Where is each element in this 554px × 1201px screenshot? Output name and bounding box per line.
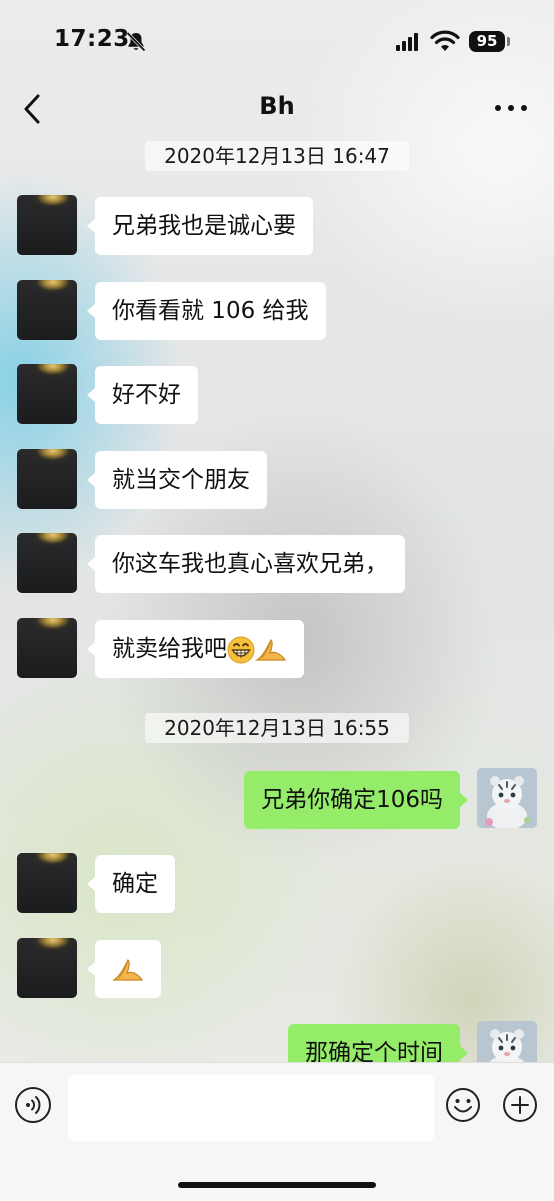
wifi-icon (430, 30, 460, 51)
mute-bell-icon (126, 31, 146, 52)
folded-hands-icon (112, 958, 144, 981)
message-bubble-received[interactable]: 确定 (87, 855, 175, 913)
chat-title: Bh (259, 92, 295, 120)
message-text: 就卖给我吧 (112, 636, 227, 662)
message-bubble-received[interactable]: 你看看就 106 给我 (87, 282, 326, 340)
battery-indicator: 95 (469, 31, 505, 52)
contact-avatar[interactable] (17, 449, 77, 509)
voice-icon (26, 1096, 41, 1114)
contact-avatar[interactable] (17, 195, 77, 255)
more-options-icon[interactable] (494, 104, 528, 112)
my-avatar[interactable] (477, 768, 537, 828)
input-bar (0, 1062, 554, 1201)
message-bubble-received[interactable]: 就卖给我吧 (87, 620, 304, 678)
battery-tip (507, 37, 510, 46)
chat-background (0, 0, 554, 1200)
message-bubble-received[interactable]: 就当交个朋友 (87, 451, 267, 509)
contact-avatar[interactable] (17, 618, 77, 678)
status-bar: 17:23 95 (0, 0, 554, 84)
contact-avatar[interactable] (17, 364, 77, 424)
plus-button-icon[interactable] (502, 1087, 538, 1123)
message-bubble-received[interactable]: 好不好 (87, 366, 198, 424)
emoji-button-icon[interactable] (445, 1087, 481, 1123)
status-time: 17:23 (54, 26, 130, 52)
folded-hands-icon (255, 638, 287, 661)
voice-input-button[interactable] (15, 1087, 51, 1123)
message-bubble-received[interactable]: 兄弟我也是诚心要 (87, 197, 313, 255)
message-input[interactable] (68, 1075, 434, 1141)
contact-avatar[interactable] (17, 853, 77, 913)
contact-avatar[interactable] (17, 533, 77, 593)
signal-icon (396, 33, 418, 51)
message-bubble-received[interactable] (87, 940, 161, 998)
message-bubble-sent[interactable]: 兄弟你确定106吗 (244, 771, 468, 829)
timestamp: 2020年12月13日 16:55 (145, 713, 409, 743)
contact-avatar[interactable] (17, 280, 77, 340)
grin-emoji-icon (227, 636, 255, 663)
tiger-avatar-icon (477, 768, 537, 828)
timestamp: 2020年12月13日 16:47 (145, 141, 409, 171)
message-bubble-received[interactable]: 你这车我也真心喜欢兄弟， (87, 535, 405, 593)
contact-avatar[interactable] (17, 938, 77, 998)
chat-header: Bh (0, 84, 554, 138)
home-indicator (178, 1182, 376, 1188)
